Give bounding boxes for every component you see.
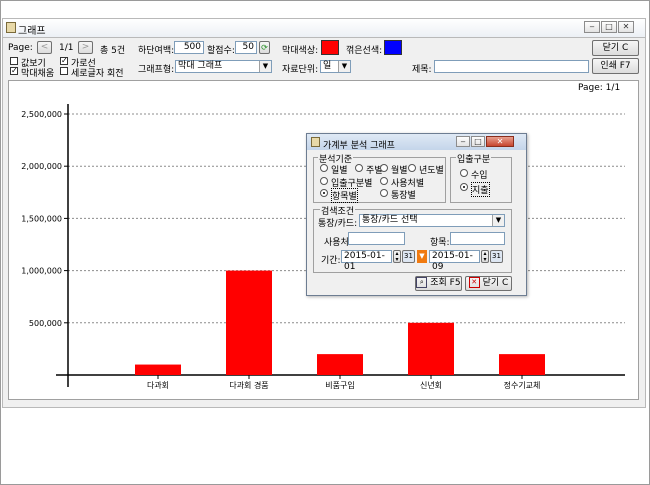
bar (317, 354, 363, 375)
radio-label: 통장별 (391, 191, 416, 201)
x-tick-label: 정수기교체 (504, 380, 541, 390)
dialog-app-icon (311, 137, 320, 147)
radio-basis-radios-6[interactable] (320, 189, 328, 197)
x-tick-label: 다과회 (147, 381, 169, 390)
radio-label: 월별 (391, 166, 408, 176)
bar (408, 322, 454, 375)
radio-basis-radios-1[interactable] (355, 164, 363, 172)
radio-inout-radios-1[interactable] (460, 183, 468, 191)
item-label: 항목: (430, 238, 450, 248)
close-icon: ✕ (468, 277, 480, 288)
inout-group-title: 입출구분 (456, 152, 492, 165)
range-arrow-icon: ▼ (417, 250, 427, 263)
account-label: 통장/카드: (318, 219, 358, 229)
bar (226, 270, 272, 375)
calendar-icon[interactable]: 31 (402, 250, 415, 263)
radio-label: 일별 (331, 166, 348, 176)
period-label: 기간: (321, 256, 341, 266)
item-input[interactable] (450, 232, 505, 245)
radio-basis-radios-2[interactable] (380, 164, 388, 172)
x-tick-label: 신년회 (420, 380, 442, 390)
calendar-icon[interactable]: 31 (490, 250, 503, 263)
chevron-down-icon: ▼ (492, 215, 504, 226)
y-tick-label: 500,000 (29, 319, 62, 328)
search-icon: ⌕ (416, 277, 428, 288)
radio-label: 수입 (471, 171, 488, 181)
radio-label: 항목별 (331, 188, 358, 203)
search-button[interactable]: ⌕ 조회 F5 (415, 276, 462, 291)
radio-basis-radios-3[interactable] (408, 164, 416, 172)
radio-inout-radios-0[interactable] (460, 169, 468, 177)
place-input[interactable] (348, 232, 405, 245)
radio-label: 년도별 (419, 166, 444, 176)
dialog-title: 가계부 분석 그래프 (323, 141, 395, 151)
bar (499, 354, 545, 375)
x-tick-label: 다과회 경품 (229, 380, 268, 390)
radio-basis-radios-7[interactable] (380, 189, 388, 197)
bar (135, 364, 181, 375)
radio-label: 지출 (471, 182, 490, 197)
y-tick-label: 1,500,000 (21, 214, 62, 223)
search-button-label: 조회 F5 (430, 278, 461, 288)
date-to-input[interactable]: 2015-01-09 (429, 250, 480, 272)
date-to-spinner[interactable]: ▴ ▾ (481, 250, 489, 263)
dialog-close-icon[interactable]: ✕ (486, 136, 514, 147)
y-tick-label: 1,000,000 (21, 267, 62, 276)
radio-basis-radios-5[interactable] (380, 177, 388, 185)
date-from-input[interactable]: 2015-01-01 (341, 250, 392, 272)
account-value: 통장/카드 선택 (362, 215, 418, 225)
radio-basis-radios-4[interactable] (320, 177, 328, 185)
radio-basis-radios-0[interactable] (320, 164, 328, 172)
x-tick-label: 비품구입 (325, 381, 354, 390)
dialog-maximize-icon[interactable]: □ (471, 136, 485, 147)
date-from-spinner[interactable]: ▴ ▾ (393, 250, 401, 263)
account-select[interactable]: 통장/카드 선택 ▼ (359, 214, 505, 227)
y-tick-label: 2,500,000 (21, 110, 62, 119)
y-tick-label: 2,000,000 (21, 162, 62, 171)
dialog-minimize-icon[interactable]: ‒ (456, 136, 470, 147)
dialog-close-button[interactable]: ✕ 닫기 C (465, 276, 512, 291)
dialog-close-button-label: 닫기 C (482, 278, 509, 288)
